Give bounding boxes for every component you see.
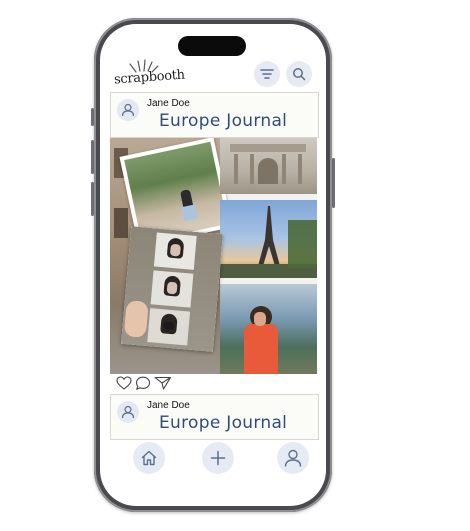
- eiffel-tower-icon: [220, 206, 317, 278]
- user-icon: [284, 449, 302, 467]
- power-button: [332, 158, 335, 208]
- avatar[interactable]: [117, 401, 139, 423]
- filter-button[interactable]: [254, 61, 280, 87]
- post-user-name[interactable]: Jane Doe: [147, 400, 190, 411]
- user-icon: [121, 103, 135, 117]
- add-post-button[interactable]: [202, 442, 234, 474]
- plus-icon: [210, 450, 226, 466]
- dynamic-island: [178, 36, 246, 56]
- search-button[interactable]: [286, 61, 312, 87]
- app-logo: scrapbooth: [114, 58, 194, 92]
- user-icon: [121, 405, 135, 419]
- home-icon: [141, 450, 157, 466]
- volume-down-button: [91, 182, 94, 216]
- home-button[interactable]: [133, 442, 165, 474]
- post-header[interactable]: Jane Doe Europe Journal: [110, 92, 319, 138]
- heart-icon[interactable]: [116, 376, 132, 390]
- post-header[interactable]: Jane Doe Europe Journal: [110, 394, 319, 440]
- post-title[interactable]: Europe Journal: [159, 413, 287, 433]
- comment-icon[interactable]: [135, 376, 151, 390]
- coast-photo[interactable]: [220, 284, 317, 374]
- phone-screen: scrapbooth Jane Doe Europe Journal Jane …: [100, 24, 326, 506]
- post-user-name[interactable]: Jane Doe: [147, 98, 190, 109]
- send-icon[interactable]: [154, 376, 172, 390]
- photobooth-strip-photo[interactable]: [121, 226, 223, 352]
- mute-switch: [91, 108, 94, 126]
- search-icon: [293, 68, 306, 81]
- fountain-photo[interactable]: [220, 138, 317, 194]
- post-actions: [116, 376, 172, 390]
- volume-up-button: [91, 140, 94, 174]
- eiffel-tower-photo[interactable]: [220, 200, 317, 278]
- post-title[interactable]: Europe Journal: [159, 111, 287, 131]
- filter-icon: [260, 69, 274, 79]
- avatar[interactable]: [117, 99, 139, 121]
- profile-button[interactable]: [277, 442, 309, 474]
- phone-frame: scrapbooth Jane Doe Europe Journal Jane …: [91, 18, 335, 512]
- photo-collage[interactable]: [110, 138, 317, 374]
